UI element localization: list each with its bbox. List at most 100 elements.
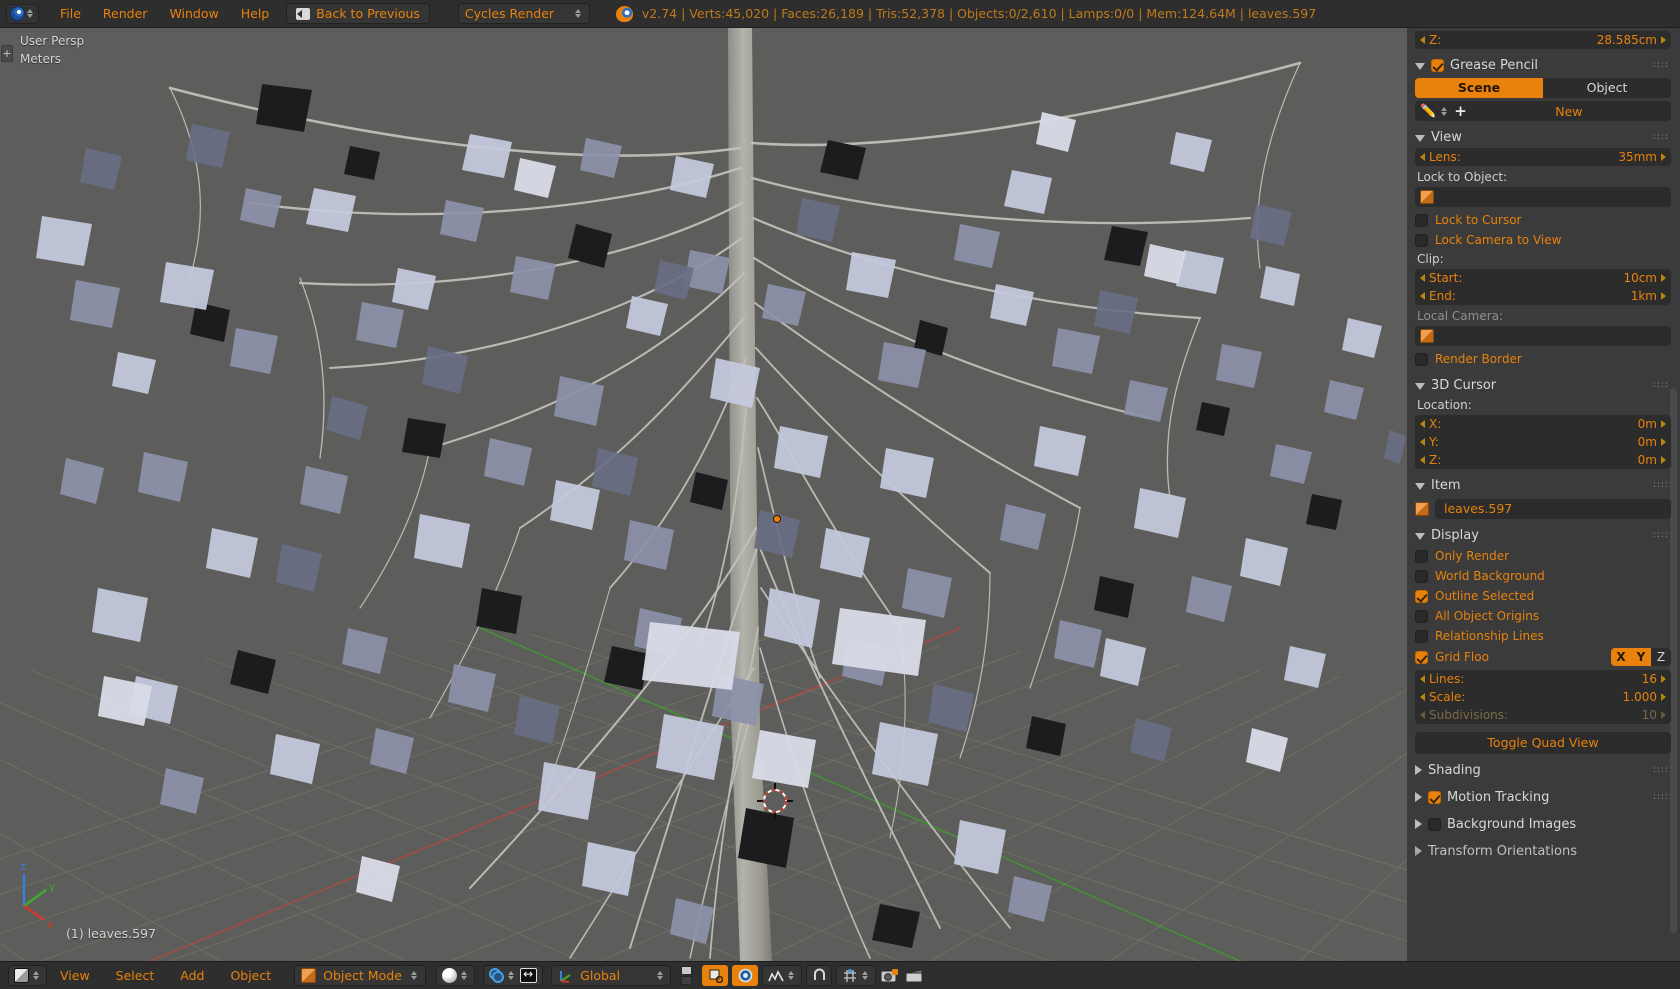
manipulator-toolgroup[interactable] (702, 965, 923, 986)
tab-object[interactable]: Object (1543, 78, 1671, 98)
rotate-manipulator-group[interactable] (762, 965, 803, 986)
panel-header-shading[interactable]: Shading :::: (1415, 759, 1671, 781)
interaction-mode-select[interactable]: Object Mode (294, 965, 427, 986)
render-border-row[interactable]: Render Border (1415, 349, 1671, 369)
manipulate-center-points-icon[interactable] (520, 967, 538, 983)
transform-orientation-select[interactable]: Global (551, 965, 672, 986)
increment-arrow-icon[interactable] (1661, 36, 1666, 44)
viewport-shading-select[interactable] (436, 965, 476, 986)
chevron-updown-icon[interactable] (862, 971, 870, 980)
chevron-down-icon[interactable] (1415, 482, 1425, 490)
chevron-down-icon[interactable] (1415, 134, 1425, 142)
properties-n-panel[interactable]: Z: 28.585cm Grease Pencil :::: Scene Obj… (1407, 28, 1680, 961)
relationship-lines-row[interactable]: Relationship Lines (1415, 626, 1671, 646)
chevron-down-icon[interactable] (1415, 62, 1425, 70)
item-name-input[interactable]: leaves.597 (1435, 499, 1671, 519)
item-name-row[interactable]: leaves.597 (1415, 499, 1671, 519)
chevron-right-icon[interactable] (1415, 846, 1422, 856)
chevron-updown-icon[interactable] (461, 971, 469, 980)
3d-viewport[interactable]: z y x + User Persp Meters (1) leaves.597 (0, 28, 1407, 961)
transform-z-field[interactable]: Z: 28.585cm (1415, 31, 1671, 49)
render-border-checkbox[interactable] (1415, 352, 1428, 366)
panel-scrollbar[interactable] (1670, 388, 1677, 933)
panel-header-3d-cursor[interactable]: 3D Cursor :::: (1415, 374, 1671, 396)
translate-manipulator-button[interactable] (732, 965, 759, 986)
world-background-row[interactable]: World Background (1415, 566, 1671, 586)
chevron-updown-icon[interactable] (788, 971, 796, 980)
toolshelf-expand-handle[interactable]: + (1, 45, 13, 62)
render-animation-button[interactable] (905, 968, 923, 983)
pivot-point-select[interactable] (483, 965, 544, 986)
menu-help[interactable]: Help (230, 0, 281, 28)
render-engine-select[interactable]: Cycles Render (457, 3, 590, 24)
lock-to-cursor-row[interactable]: Lock to Cursor (1415, 210, 1671, 230)
local-camera-field[interactable] (1415, 326, 1671, 346)
panel-header-grease-pencil[interactable]: Grease Pencil :::: (1415, 54, 1671, 76)
grid-axis-toggle-group[interactable]: X Y Z (1611, 648, 1671, 666)
chevron-right-icon[interactable] (1415, 792, 1422, 802)
decrement-arrow-icon[interactable] (1420, 693, 1425, 701)
decrement-arrow-icon[interactable] (1420, 274, 1425, 282)
grid-axis-x-button[interactable]: X (1611, 648, 1631, 666)
panel-header-item[interactable]: Item :::: (1415, 474, 1671, 496)
grid-floor-row[interactable]: Grid Floo X Y Z (1415, 646, 1671, 668)
panel-header-motion-tracking[interactable]: Motion Tracking :::: (1415, 786, 1671, 808)
bottom-menu-add[interactable]: Add (167, 962, 217, 989)
menu-render[interactable]: Render (92, 0, 159, 28)
increment-arrow-icon[interactable] (1661, 438, 1666, 446)
menu-file[interactable]: File (49, 0, 92, 28)
back-to-previous-button[interactable]: Back to Previous (286, 3, 430, 24)
chevron-updown-icon[interactable] (411, 971, 419, 980)
grid-axis-z-button[interactable]: Z (1651, 648, 1671, 666)
only-render-checkbox[interactable] (1415, 549, 1428, 563)
chevron-right-icon[interactable] (1415, 819, 1422, 829)
grid-subdivisions-field[interactable]: Subdivisions: 10 (1415, 706, 1671, 724)
clip-end-field[interactable]: End: 1km (1415, 287, 1671, 305)
cursor-y-field[interactable]: Y: 0m (1415, 433, 1671, 451)
increment-arrow-icon[interactable] (1661, 456, 1666, 464)
panel-header-display[interactable]: Display :::: (1415, 524, 1671, 546)
all-object-origins-checkbox[interactable] (1415, 609, 1428, 623)
lock-camera-to-view-row[interactable]: Lock Camera to View (1415, 230, 1671, 250)
lock-to-cursor-checkbox[interactable] (1415, 213, 1428, 227)
increment-arrow-icon[interactable] (1661, 153, 1666, 161)
grease-pencil-new-button[interactable]: New (1472, 104, 1666, 119)
decrement-arrow-icon[interactable] (1420, 420, 1425, 428)
lock-to-object-field[interactable] (1415, 187, 1671, 207)
decrement-arrow-icon[interactable] (1420, 36, 1425, 44)
lens-field[interactable]: Lens: 35mm (1415, 148, 1671, 166)
outline-selected-checkbox[interactable] (1415, 589, 1428, 603)
tab-scene[interactable]: Scene (1415, 78, 1543, 98)
toggle-quad-view-button[interactable]: Toggle Quad View (1415, 732, 1671, 754)
clip-start-field[interactable]: Start: 10cm (1415, 269, 1671, 287)
grid-scale-field[interactable]: Scale: 1.000 (1415, 688, 1671, 706)
panel-header-transform-orientations[interactable]: Transform Orientations (1415, 840, 1671, 862)
menu-window[interactable]: Window (158, 0, 229, 28)
chevron-right-icon[interactable] (1415, 765, 1422, 775)
chevron-updown-icon[interactable] (657, 971, 665, 980)
chevron-updown-icon[interactable] (508, 971, 516, 980)
increment-arrow-icon[interactable] (1661, 675, 1666, 683)
cursor-z-field[interactable]: Z: 0m (1415, 451, 1671, 469)
scene-layers-grid[interactable] (681, 966, 693, 985)
decrement-arrow-icon[interactable] (1420, 153, 1425, 161)
bottom-menu-view[interactable]: View (47, 962, 103, 989)
lock-camera-to-view-checkbox[interactable] (1415, 233, 1428, 247)
increment-arrow-icon[interactable] (1661, 274, 1666, 282)
increment-arrow-icon[interactable] (1661, 693, 1666, 701)
increment-arrow-icon[interactable] (1661, 292, 1666, 300)
decrement-arrow-icon[interactable] (1420, 438, 1425, 446)
grease-pencil-datablock-row[interactable]: ✏️ + New (1415, 101, 1671, 121)
background-images-checkbox[interactable] (1428, 817, 1441, 831)
grid-axis-y-button[interactable]: Y (1631, 648, 1651, 666)
3d-manipulator-toggle[interactable] (702, 965, 729, 986)
chevron-updown-icon[interactable] (33, 971, 41, 980)
only-render-row[interactable]: Only Render (1415, 546, 1671, 566)
bottom-menu-select[interactable]: Select (103, 962, 168, 989)
proportional-edit-group[interactable] (836, 965, 877, 986)
relationship-lines-checkbox[interactable] (1415, 629, 1428, 643)
chevron-updown-icon[interactable] (1441, 106, 1449, 116)
editor-type-selector[interactable] (6, 3, 39, 24)
grid-lines-field[interactable]: Lines: 16 (1415, 670, 1671, 688)
increment-arrow-icon[interactable] (1661, 711, 1666, 719)
